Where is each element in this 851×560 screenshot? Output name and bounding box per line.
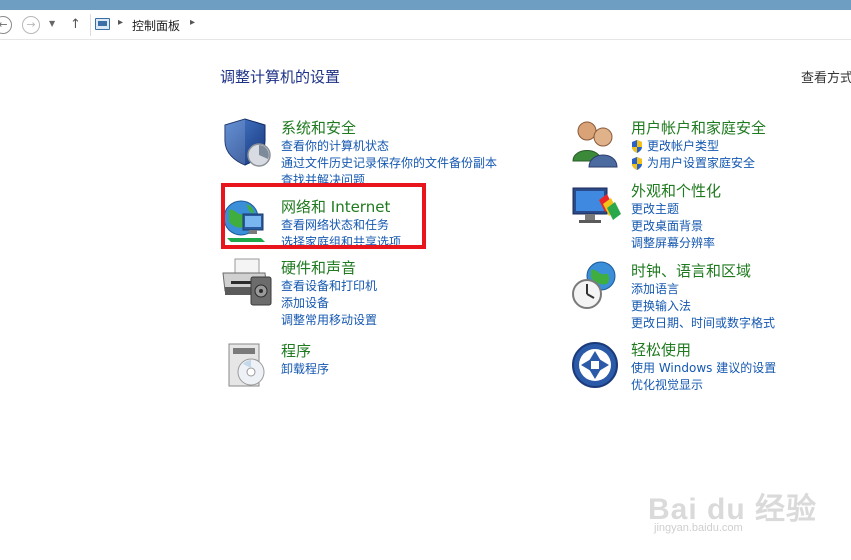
page-title: 调整计算机的设置	[220, 68, 341, 86]
link-add-language[interactable]: 添加语言	[631, 281, 775, 298]
link-devices-printers[interactable]: 查看设备和打印机	[281, 278, 377, 295]
link-mobility-settings[interactable]: 调整常用移动设置	[281, 312, 377, 329]
breadcrumb-separator-end[interactable]: ▸	[190, 17, 195, 28]
link-screen-resolution[interactable]: 调整屏幕分辨率	[631, 235, 715, 252]
link-change-input-method[interactable]: 更换输入法	[631, 298, 775, 315]
category-title-hardware-sound[interactable]: 硬件和声音	[281, 257, 356, 278]
link-file-history-backup[interactable]: 通过文件历史记录保存你的文件备份副本	[281, 155, 497, 172]
breadcrumb-separator[interactable]: ▸	[118, 17, 123, 28]
category-title-programs[interactable]: 程序	[281, 340, 311, 361]
recent-locations-dropdown[interactable]: ▼	[49, 19, 55, 28]
up-button[interactable]: ↑	[70, 17, 81, 32]
watermark: Bai du 经验 jingyan.baidu.com	[648, 484, 817, 534]
control-panel-icon	[95, 18, 110, 30]
users-icon	[572, 121, 618, 168]
category-title-system-security[interactable]: 系统和安全	[281, 117, 356, 138]
printer-icon	[222, 258, 272, 306]
link-change-theme[interactable]: 更改主题	[631, 201, 715, 218]
red-highlight-box	[221, 183, 426, 249]
link-windows-suggested-settings[interactable]: 使用 Windows 建议的设置	[631, 360, 776, 377]
programs-icon	[228, 343, 265, 387]
link-change-account-type-text[interactable]: 更改帐户类型	[647, 139, 719, 153]
navigation-bar: ← → ▼ ↑ ▸ 控制面板 ▸	[0, 10, 851, 40]
link-change-date-time-number-format[interactable]: 更改日期、时间或数字格式	[631, 315, 775, 332]
watermark-url: jingyan.baidu.com	[654, 522, 743, 534]
category-title-ease-of-access[interactable]: 轻松使用	[631, 339, 691, 360]
category-title-appearance[interactable]: 外观和个性化	[631, 180, 721, 201]
address-bar[interactable]: ▸ 控制面板 ▸	[90, 14, 851, 36]
forward-button[interactable]: →	[22, 16, 40, 34]
uac-shield-icon	[632, 140, 642, 153]
view-by-label: 查看方式	[801, 71, 851, 86]
link-change-desktop-background[interactable]: 更改桌面背景	[631, 218, 715, 235]
breadcrumb-control-panel[interactable]: 控制面板	[132, 17, 180, 34]
ease-of-access-icon	[572, 342, 618, 388]
shield-icon	[224, 118, 271, 167]
uac-shield-icon	[632, 157, 642, 170]
category-title-user-accounts[interactable]: 用户帐户和家庭安全	[631, 117, 766, 138]
link-add-device[interactable]: 添加设备	[281, 295, 377, 312]
link-family-safety[interactable]: 为用户设置家庭安全	[631, 155, 755, 172]
link-view-computer-status[interactable]: 查看你的计算机状态	[281, 138, 497, 155]
monitor-palette-icon	[572, 187, 621, 223]
link-change-account-type[interactable]: 更改帐户类型	[631, 138, 755, 155]
category-title-clock-language-region[interactable]: 时钟、语言和区域	[631, 260, 751, 281]
link-family-safety-text[interactable]: 为用户设置家庭安全	[647, 156, 755, 170]
window-title-bar	[0, 0, 851, 10]
link-optimize-visual-display[interactable]: 优化视觉显示	[631, 377, 776, 394]
back-button[interactable]: ←	[0, 16, 12, 34]
clock-globe-icon	[572, 261, 616, 309]
link-uninstall-program[interactable]: 卸载程序	[281, 361, 329, 378]
